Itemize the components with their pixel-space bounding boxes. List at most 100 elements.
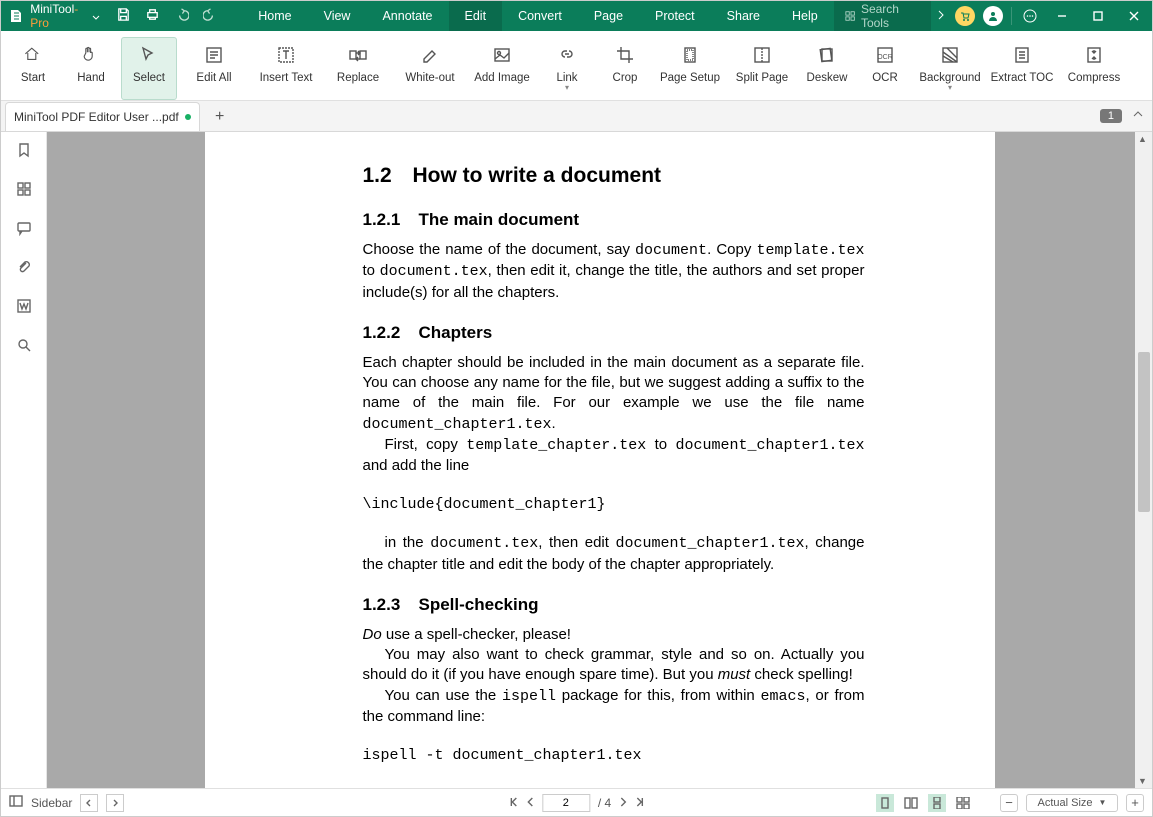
code-block: ispell -t document_chapter1.tex — [363, 747, 865, 764]
tool-select[interactable]: Select — [121, 37, 177, 100]
print-icon[interactable] — [145, 7, 160, 25]
zoom-out-button[interactable]: − — [1000, 794, 1018, 812]
collapse-up-icon[interactable] — [1132, 107, 1144, 125]
tool-ocr[interactable]: OCROCR — [857, 37, 913, 100]
chevron-right-icon[interactable] — [931, 9, 951, 23]
svg-text:OCR: OCR — [877, 54, 893, 61]
tool-start[interactable]: Start — [5, 37, 61, 100]
view-facing-icon[interactable] — [902, 794, 920, 812]
page-indicator-badge: 1 — [1100, 109, 1122, 123]
title-dropdown-icon[interactable] — [92, 11, 101, 21]
tool-compress[interactable]: Compress — [1059, 37, 1129, 100]
app-logo-icon — [7, 6, 24, 26]
cart-button[interactable] — [953, 4, 977, 28]
next-page-button[interactable] — [619, 796, 627, 810]
word-icon[interactable] — [16, 298, 32, 319]
edit-all-icon — [204, 42, 224, 68]
para: You may also want to check grammar, styl… — [363, 645, 865, 686]
sidebar-label: Sidebar — [31, 796, 72, 810]
compress-icon — [1084, 42, 1104, 68]
prev-page-button[interactable] — [526, 796, 534, 810]
para: in the document.tex, then edit document_… — [363, 533, 865, 575]
minimize-button[interactable] — [1044, 10, 1080, 22]
zoom-select[interactable]: Actual Size▼ — [1026, 794, 1118, 812]
menu-item-edit[interactable]: Edit — [449, 1, 503, 31]
menu-item-view[interactable]: View — [308, 1, 367, 31]
tool-link[interactable]: Link▾ — [539, 37, 595, 100]
document-tab[interactable]: MiniTool PDF Editor User ...pdf — [5, 102, 200, 131]
menu-item-page[interactable]: Page — [578, 1, 639, 31]
page-number-input[interactable] — [542, 794, 590, 812]
tool-white-out[interactable]: White-out — [395, 37, 465, 100]
ocr-icon: OCR — [875, 42, 895, 68]
tool-replace[interactable]: Replace — [323, 37, 393, 100]
modified-indicator-icon — [185, 114, 191, 120]
view-continuous-icon[interactable] — [928, 794, 946, 812]
zoom-in-button[interactable]: + — [1126, 794, 1144, 812]
tool-deskew[interactable]: Deskew — [799, 37, 855, 100]
menu-item-help[interactable]: Help — [776, 1, 834, 31]
tool-background[interactable]: Background▾ — [915, 37, 985, 100]
thumbnails-icon[interactable] — [16, 181, 32, 202]
dropdown-icon: ▾ — [565, 84, 569, 92]
ribbon-toolbar: StartHandSelectEdit AllInsert TextReplac… — [1, 31, 1152, 101]
scroll-down-icon[interactable]: ▼ — [1138, 776, 1147, 786]
select-icon — [139, 42, 159, 68]
last-page-button[interactable] — [635, 796, 645, 810]
close-button[interactable] — [1116, 10, 1152, 22]
tool-add-image[interactable]: Add Image — [467, 37, 537, 100]
page-setup-icon — [680, 42, 700, 68]
add-tab-button[interactable]: + — [210, 107, 230, 127]
attachments-icon[interactable] — [16, 259, 32, 280]
scroll-thumb[interactable] — [1138, 352, 1150, 512]
document-tabs: MiniTool PDF Editor User ...pdf + 1 — [1, 101, 1152, 132]
tool-edit-all[interactable]: Edit All — [179, 37, 249, 100]
nav-fwd-button[interactable] — [106, 794, 124, 812]
save-icon[interactable] — [116, 7, 131, 25]
bookmark-icon[interactable] — [16, 142, 32, 163]
redo-icon[interactable] — [203, 7, 218, 25]
heading-1-2-2: 1.2.2Chapters — [363, 323, 865, 343]
split-page-icon — [752, 42, 772, 68]
hand-icon — [81, 42, 101, 68]
heading-1-2-3: 1.2.3Spell-checking — [363, 595, 865, 615]
chat-icon[interactable] — [1018, 4, 1042, 28]
menu-item-home[interactable]: Home — [242, 1, 307, 31]
link-icon — [557, 42, 577, 68]
tool-insert-text[interactable]: Insert Text — [251, 37, 321, 100]
para: First, copy template_chapter.tex to docu… — [363, 435, 865, 477]
view-single-icon[interactable] — [876, 794, 894, 812]
pdf-page: 1.2How to write a document 1.2.1The main… — [205, 132, 995, 788]
tab-title: MiniTool PDF Editor User ...pdf — [14, 110, 179, 124]
tool-hand[interactable]: Hand — [63, 37, 119, 100]
quick-access-toolbar — [116, 7, 218, 25]
user-button[interactable] — [981, 4, 1005, 28]
menu-item-protect[interactable]: Protect — [639, 1, 711, 31]
maximize-button[interactable] — [1080, 10, 1116, 22]
menu-item-share[interactable]: Share — [711, 1, 776, 31]
tool-split-page[interactable]: Split Page — [727, 37, 797, 100]
status-bar: Sidebar / 4 − Actual Size▼ + — [1, 788, 1152, 816]
tool-page-setup[interactable]: Page Setup — [655, 37, 725, 100]
nav-back-button[interactable] — [80, 794, 98, 812]
comments-icon[interactable] — [16, 220, 32, 241]
sidebar-toggle-icon[interactable] — [9, 794, 23, 811]
vertical-scrollbar[interactable]: ▲ ▼ — [1135, 132, 1152, 788]
heading-1-2: 1.2How to write a document — [363, 164, 865, 188]
document-viewport[interactable]: 1.2How to write a document 1.2.1The main… — [47, 132, 1152, 788]
view-cont-facing-icon[interactable] — [954, 794, 972, 812]
menu-item-convert[interactable]: Convert — [502, 1, 578, 31]
page-total: / 4 — [598, 796, 611, 810]
menu-item-annotate[interactable]: Annotate — [366, 1, 448, 31]
search-icon[interactable] — [16, 337, 32, 358]
scroll-up-icon[interactable]: ▲ — [1138, 134, 1147, 144]
tool-crop[interactable]: Crop — [597, 37, 653, 100]
search-tools[interactable]: Search Tools — [834, 1, 931, 31]
undo-icon[interactable] — [174, 7, 189, 25]
title-bar: MiniTool-Pro HomeViewAnnotateEditConvert… — [1, 1, 1152, 31]
replace-icon — [348, 42, 368, 68]
first-page-button[interactable] — [508, 796, 518, 810]
tool-extract-toc[interactable]: Extract TOC — [987, 37, 1057, 100]
para: Do use a spell-checker, please! — [363, 625, 865, 645]
start-icon — [23, 42, 43, 68]
